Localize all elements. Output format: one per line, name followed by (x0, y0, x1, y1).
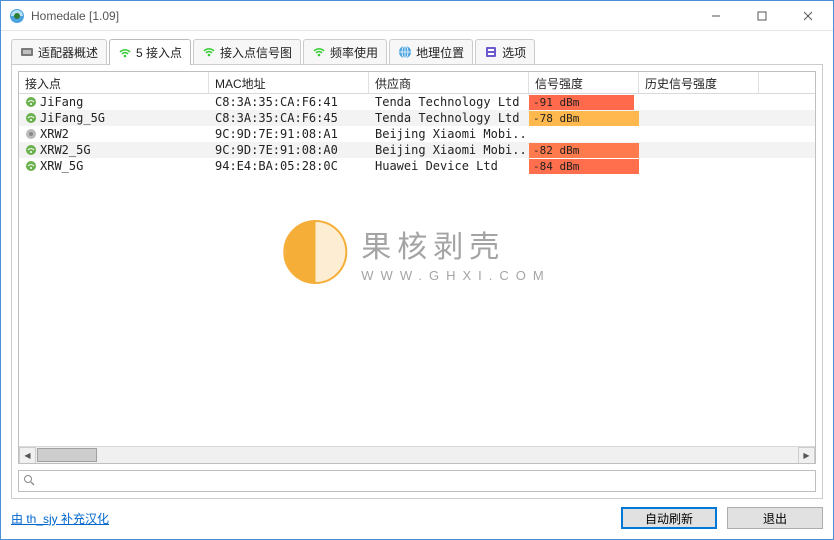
cell-signal: -91 dBm (529, 94, 639, 110)
options-icon (484, 45, 498, 59)
app-window: Homedale [1.09] 适配器概述 5 接入点 接入点信号图 频率使用 (0, 0, 834, 540)
tab-label: 频率使用 (330, 44, 378, 61)
scroll-thumb[interactable] (37, 448, 97, 462)
col-header-history[interactable]: 历史信号强度 (639, 72, 759, 93)
wifi-status-icon (25, 96, 37, 108)
search-input[interactable] (39, 474, 811, 488)
maximize-button[interactable] (739, 1, 785, 31)
cell-mac: C8:3A:35:CA:F6:41 (209, 94, 369, 110)
tab-access-points[interactable]: 5 接入点 (109, 39, 191, 65)
watermark-logo-icon (283, 220, 347, 284)
cell-vendor: Huawei Device Ltd (369, 158, 529, 174)
col-header-mac[interactable]: MAC地址 (209, 72, 369, 93)
tab-label: 适配器概述 (38, 44, 98, 61)
exit-button[interactable]: 退出 (727, 507, 823, 529)
col-header-ap[interactable]: 接入点 (19, 72, 209, 93)
cell-history (639, 94, 759, 110)
cell-history (639, 158, 759, 174)
wifi-green-icon (118, 46, 132, 60)
watermark-text-en: WWW.GHXI.COM (361, 268, 550, 283)
cell-ap: JiFang (19, 94, 209, 110)
cell-ap: XRW2_5G (19, 142, 209, 158)
cell-mac: 94:E4:BA:05:28:0C (209, 158, 369, 174)
wifi-green-icon (312, 45, 326, 59)
adapter-icon (20, 45, 34, 59)
cell-signal: -78 dBm (529, 110, 639, 126)
tab-panel: 接入点 MAC地址 供应商 信号强度 历史信号强度 果核剥壳 WWW.GHXI.… (11, 64, 823, 499)
cell-mac: 9C:9D:7E:91:08:A1 (209, 126, 369, 142)
cell-vendor: Tenda Technology Ltd (369, 110, 529, 126)
cell-vendor: Beijing Xiaomi Mobi... (369, 142, 529, 158)
wifi-status-icon (25, 160, 37, 172)
list-header: 接入点 MAC地址 供应商 信号强度 历史信号强度 (19, 72, 815, 94)
auto-refresh-button[interactable]: 自动刷新 (621, 507, 717, 529)
ap-listview[interactable]: 接入点 MAC地址 供应商 信号强度 历史信号强度 果核剥壳 WWW.GHXI.… (18, 71, 816, 464)
table-row[interactable]: JiFang_5GC8:3A:35:CA:F6:45Tenda Technolo… (19, 110, 815, 126)
cell-signal: -82 dBm (529, 142, 639, 158)
tab-label: 选项 (502, 44, 526, 61)
table-row[interactable]: XRW_5G94:E4:BA:05:28:0CHuawei Device Ltd… (19, 158, 815, 174)
window-title: Homedale [1.09] (31, 9, 693, 23)
cell-signal: -84 dBm (529, 158, 639, 174)
cell-vendor: Beijing Xiaomi Mobi... (369, 126, 529, 142)
cell-ap: JiFang_5G (19, 110, 209, 126)
minimize-button[interactable] (693, 1, 739, 31)
table-row[interactable]: XRW2_5G9C:9D:7E:91:08:A0Beijing Xiaomi M… (19, 142, 815, 158)
tab-location[interactable]: 地理位置 (389, 39, 473, 64)
tab-label: 地理位置 (416, 44, 464, 61)
wifi-status-icon (25, 128, 37, 140)
cell-history (639, 126, 759, 142)
cell-ap: XRW_5G (19, 158, 209, 174)
scroll-track[interactable] (36, 447, 798, 463)
cell-signal (529, 126, 639, 142)
tab-bar: 适配器概述 5 接入点 接入点信号图 频率使用 地理位置 选项 (11, 39, 823, 65)
tab-signal-graph[interactable]: 接入点信号图 (193, 39, 301, 64)
tab-label: 5 接入点 (136, 44, 182, 61)
scroll-right-button[interactable]: ▶ (798, 447, 815, 464)
tab-frequency[interactable]: 频率使用 (303, 39, 387, 64)
tab-label: 接入点信号图 (220, 44, 292, 61)
wifi-green-icon (202, 45, 216, 59)
cell-ap: XRW2 (19, 126, 209, 142)
scroll-left-button[interactable]: ◀ (19, 447, 36, 464)
watermark-text-cn: 果核剥壳 (361, 222, 550, 266)
tab-options[interactable]: 选项 (475, 39, 535, 64)
watermark: 果核剥壳 WWW.GHXI.COM (283, 220, 550, 284)
globe-icon (398, 45, 412, 59)
tab-adapter-overview[interactable]: 适配器概述 (11, 39, 107, 64)
col-header-signal[interactable]: 信号强度 (529, 72, 639, 93)
translator-link[interactable]: 由 th_sjy 补充汉化 (11, 510, 109, 527)
cell-history (639, 142, 759, 158)
cell-vendor: Tenda Technology Ltd (369, 94, 529, 110)
table-row[interactable]: JiFangC8:3A:35:CA:F6:41Tenda Technology … (19, 94, 815, 110)
horizontal-scrollbar[interactable]: ◀ ▶ (19, 446, 815, 463)
wifi-status-icon (25, 144, 37, 156)
magnifier-icon (23, 474, 35, 489)
content-area: 适配器概述 5 接入点 接入点信号图 频率使用 地理位置 选项 (1, 31, 833, 539)
app-icon (9, 8, 25, 24)
footer: 由 th_sjy 补充汉化 自动刷新 退出 (11, 507, 823, 529)
titlebar: Homedale [1.09] (1, 1, 833, 31)
cell-mac: 9C:9D:7E:91:08:A0 (209, 142, 369, 158)
close-button[interactable] (785, 1, 831, 31)
wifi-status-icon (25, 112, 37, 124)
table-row[interactable]: XRW29C:9D:7E:91:08:A1Beijing Xiaomi Mobi… (19, 126, 815, 142)
cell-mac: C8:3A:35:CA:F6:45 (209, 110, 369, 126)
search-bar (18, 470, 816, 492)
list-body[interactable]: 果核剥壳 WWW.GHXI.COM JiFangC8:3A:35:CA:F6:4… (19, 94, 815, 446)
col-header-vendor[interactable]: 供应商 (369, 72, 529, 93)
cell-history (639, 110, 759, 126)
